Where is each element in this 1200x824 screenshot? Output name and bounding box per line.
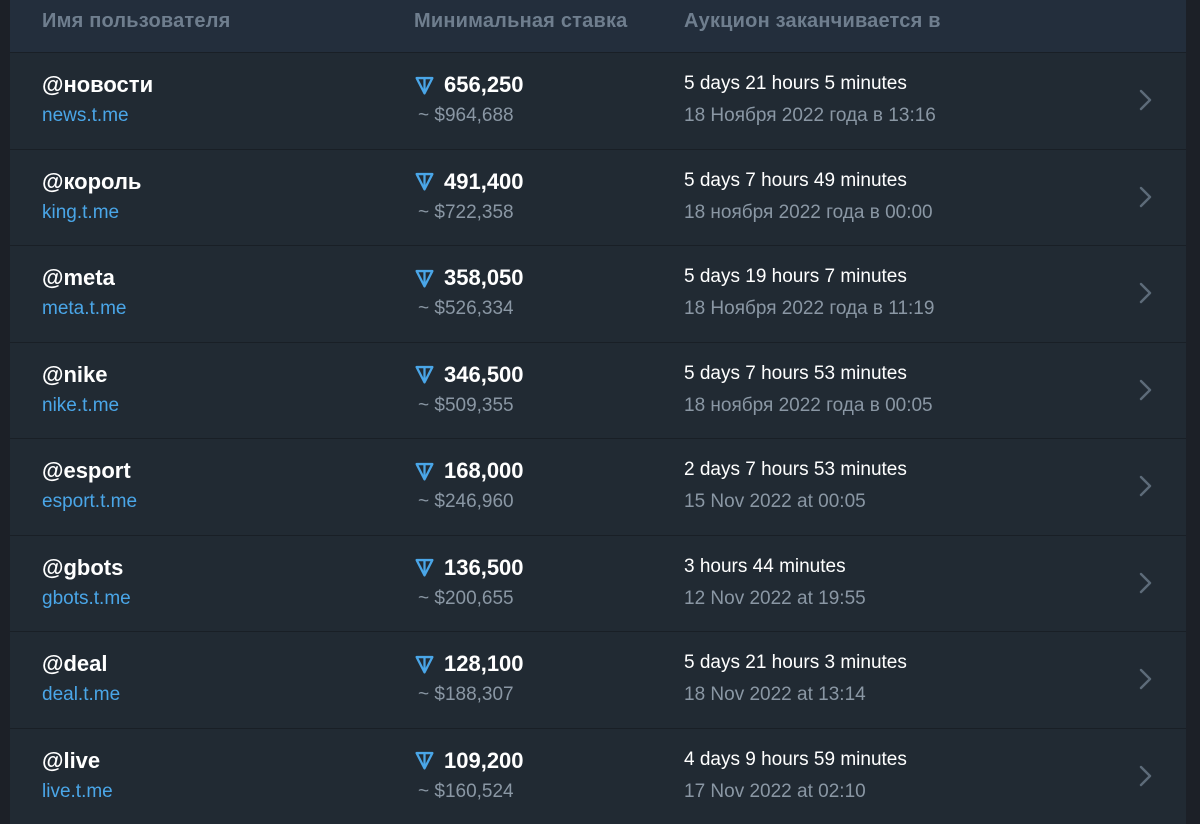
username: @король [42, 168, 142, 194]
min-bid: 168,000 [414, 458, 524, 484]
bid-value: 168,000 [444, 458, 524, 483]
username-link[interactable]: news.t.me [42, 105, 129, 127]
min-bid: 358,050 [414, 265, 524, 291]
row-divider [10, 341, 1186, 343]
time-remaining: 2 days 7 hours 53 minutes [684, 459, 907, 480]
chevron-right-icon[interactable] [1134, 377, 1156, 403]
table-row[interactable]: @король king.t.me 491,400 ~ $722,358 5 d… [10, 148, 1186, 245]
row-divider [10, 148, 1186, 150]
end-date: 18 Ноября 2022 года в 13:16 [684, 105, 936, 126]
username-link[interactable]: king.t.me [42, 202, 119, 224]
table-row[interactable]: @deal deal.t.me 128,100 ~ $188,307 5 day… [10, 631, 1186, 727]
chevron-right-icon[interactable] [1134, 87, 1156, 113]
time-remaining: 4 days 9 hours 59 minutes [684, 748, 907, 770]
ton-icon [415, 172, 434, 191]
row-divider [10, 438, 1186, 439]
column-header-min-bid[interactable]: Минимальная ставка [414, 10, 627, 33]
bid-value: 346,500 [444, 361, 524, 387]
username: @gbots [42, 554, 124, 580]
bid-usd-value: ~ $526,334 [418, 298, 514, 319]
end-date: 12 Nov 2022 at 19:55 [684, 587, 866, 609]
time-remaining: 5 days 7 hours 53 minutes [684, 362, 907, 384]
username-link[interactable]: live.t.me [42, 781, 113, 803]
time-remaining: 3 hours 44 minutes [684, 555, 846, 577]
end-date: 18 Ноября 2022 года в 11:19 [684, 298, 935, 319]
min-bid: 109,200 [414, 748, 524, 774]
end-date: 15 Nov 2022 at 00:05 [684, 491, 866, 512]
bid-value: 656,250 [444, 72, 524, 97]
min-bid: 491,400 [414, 169, 524, 195]
table-row[interactable]: @esport esport.t.me 168,000 ~ $246,960 2… [10, 438, 1186, 534]
ton-icon [415, 751, 434, 770]
time-remaining: 5 days 19 hours 7 minutes [684, 266, 907, 287]
row-divider [10, 631, 1186, 632]
chevron-right-icon[interactable] [1134, 473, 1156, 499]
time-remaining: 5 days 21 hours 5 minutes [684, 73, 907, 94]
username: @новости [42, 72, 154, 97]
username: @nike [42, 361, 108, 387]
table-row[interactable]: @gbots gbots.t.me 136,500 ~ $200,655 3 h… [10, 534, 1186, 631]
ton-icon [415, 269, 434, 288]
bid-value: 109,200 [444, 747, 524, 773]
bid-value: 128,100 [444, 651, 524, 676]
chevron-right-icon[interactable] [1134, 666, 1156, 692]
time-remaining: 5 days 7 hours 49 minutes [684, 169, 907, 191]
username-link[interactable]: nike.t.me [42, 395, 119, 417]
end-date: 18 ноября 2022 года в 00:05 [684, 394, 933, 416]
table-row[interactable]: @новости news.t.me 656,250 ~ $964,688 5 … [10, 52, 1186, 148]
table-row[interactable]: @live live.t.me 109,200 ~ $160,524 4 day… [10, 727, 1186, 824]
table-row[interactable]: @nike nike.t.me 346,500 ~ $509,355 5 day… [10, 341, 1186, 438]
row-divider [10, 52, 1186, 53]
chevron-right-icon[interactable] [1134, 184, 1156, 210]
bid-value: 491,400 [444, 168, 524, 194]
bid-value: 136,500 [444, 554, 524, 580]
end-date: 18 ноября 2022 года в 00:00 [684, 201, 933, 223]
bid-usd-value: ~ $964,688 [418, 105, 514, 126]
bid-usd-value: ~ $160,524 [418, 780, 514, 802]
username-link[interactable]: gbots.t.me [42, 588, 131, 610]
chevron-right-icon[interactable] [1134, 763, 1156, 789]
ton-icon [415, 365, 434, 384]
ton-icon [415, 558, 434, 577]
table-row[interactable]: @meta meta.t.me 358,050 ~ $526,334 5 day… [10, 245, 1186, 341]
column-header-username[interactable]: Имя пользователя [42, 10, 231, 33]
username: @deal [42, 651, 108, 676]
ton-icon [415, 462, 434, 481]
bid-usd-value: ~ $246,960 [418, 491, 514, 512]
bid-usd-value: ~ $200,655 [418, 587, 514, 609]
column-header-ends-at[interactable]: Аукцион заканчивается в [684, 10, 941, 33]
table-header: Имя пользователя Минимальная ставка Аукц… [10, 0, 1186, 52]
bid-usd-value: ~ $722,358 [418, 201, 514, 223]
end-date: 17 Nov 2022 at 02:10 [684, 780, 866, 802]
bid-usd-value: ~ $188,307 [418, 684, 514, 705]
bid-value: 358,050 [444, 265, 524, 290]
username: @live [42, 747, 101, 773]
row-divider [10, 245, 1186, 246]
bid-usd-value: ~ $509,355 [418, 394, 514, 416]
ton-icon [415, 76, 434, 95]
auction-table: Имя пользователя Минимальная ставка Аукц… [10, 0, 1186, 824]
min-bid: 346,500 [414, 362, 524, 388]
row-divider [10, 727, 1186, 729]
username: @esport [42, 458, 131, 483]
min-bid: 136,500 [414, 555, 524, 581]
username: @meta [42, 265, 115, 290]
chevron-right-icon[interactable] [1134, 570, 1156, 596]
ton-icon [415, 655, 434, 674]
min-bid: 128,100 [414, 651, 524, 677]
time-remaining: 5 days 21 hours 3 minutes [684, 652, 907, 673]
chevron-right-icon[interactable] [1134, 280, 1156, 306]
username-link[interactable]: meta.t.me [42, 298, 126, 320]
row-divider [10, 534, 1186, 536]
username-link[interactable]: esport.t.me [42, 491, 137, 513]
username-link[interactable]: deal.t.me [42, 684, 120, 706]
min-bid: 656,250 [414, 72, 524, 98]
end-date: 18 Nov 2022 at 13:14 [684, 684, 866, 705]
